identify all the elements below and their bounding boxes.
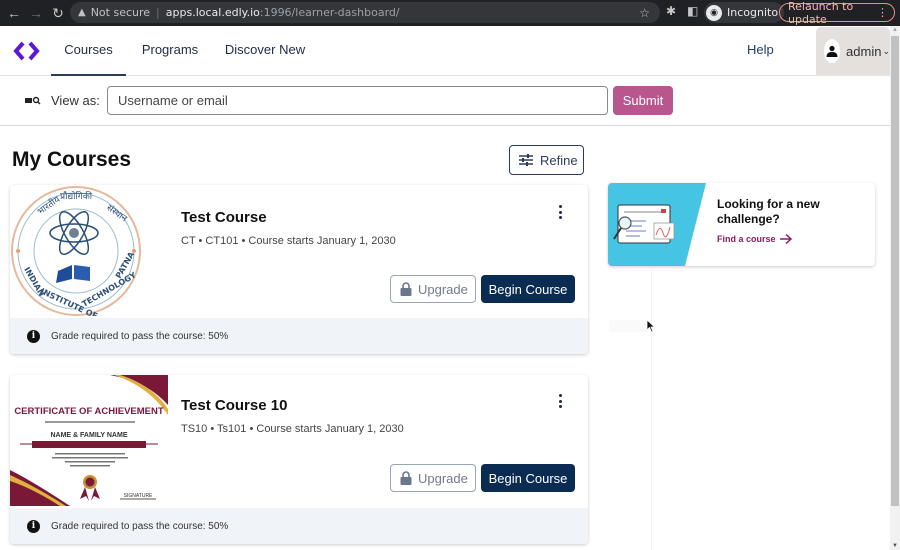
iit-patna-logo: भारतीय प्रौद्योगिकी संस्थान INDIAN INSTI… <box>10 185 168 316</box>
certificate-name: NAME & FAMILY NAME <box>50 432 127 439</box>
upgrade-button[interactable]: Upgrade <box>390 275 476 303</box>
begin-course-button[interactable]: Begin Course <box>481 275 575 303</box>
svg-text:प्रौद्योगिकी: प्रौद्योगिकी <box>60 190 93 202</box>
nav-discover-new[interactable]: Discover New <box>220 26 310 76</box>
card-footer: i Grade required to pass the course: 50% <box>10 318 588 354</box>
scroll-up-icon[interactable]: ▲ <box>892 27 898 33</box>
certificate-image: CERTIFICATE OF ACHIEVEMENT NAME & FAMILY… <box>10 375 168 506</box>
course-card: CERTIFICATE OF ACHIEVEMENT NAME & FAMILY… <box>10 375 588 544</box>
certificate-heading: CERTIFICATE OF ACHIEVEMENT <box>14 406 164 417</box>
logo-icon[interactable] <box>12 39 42 63</box>
masquerade-icon <box>25 96 41 105</box>
scroll-down-icon[interactable]: ▼ <box>892 543 898 549</box>
card-footer: i Grade required to pass the course: 50% <box>10 508 588 544</box>
course-title[interactable]: Test Course 10 <box>181 397 287 414</box>
url-separator: | <box>156 6 160 19</box>
promo-illustration <box>608 183 706 266</box>
url-path: :1996/learner-dashboard/ <box>259 6 400 19</box>
forward-icon[interactable]: → <box>25 2 47 24</box>
course-meta: CT • CT101 • Course starts January 1, 20… <box>181 235 396 247</box>
grade-requirement: Grade required to pass the course: 50% <box>51 520 229 532</box>
back-icon[interactable]: ← <box>3 2 25 24</box>
incognito-icon: ◉ <box>706 4 722 21</box>
page-scrollbar[interactable]: ▲ ▼ <box>890 26 900 550</box>
column-divider <box>651 268 652 550</box>
upgrade-button[interactable]: Upgrade <box>390 464 476 492</box>
bookmark-star-icon[interactable]: ☆ <box>639 6 650 20</box>
incognito-badge[interactable]: ◉ Incognito <box>704 2 785 23</box>
user-menu-button[interactable]: admin ⌄ <box>816 27 890 75</box>
nav-programs[interactable]: Programs <box>137 26 203 76</box>
course-meta: TS10 • Ts101 • Course starts January 1, … <box>181 423 404 435</box>
more-vert-icon: ⋮ <box>877 6 888 19</box>
url-host: apps.local.edly.io <box>165 6 260 19</box>
more-options-icon[interactable] <box>554 394 566 408</box>
reload-icon[interactable]: ↻ <box>47 2 69 24</box>
avatar <box>824 39 841 63</box>
find-course-label: Find a course <box>717 234 776 244</box>
find-course-link[interactable]: Find a course <box>717 234 792 244</box>
submit-button[interactable]: Submit <box>613 86 673 115</box>
course-card: भारतीय प्रौद्योगिकी संस्थान INDIAN INSTI… <box>10 185 588 354</box>
security-status: Not secure <box>90 6 151 19</box>
info-icon: i <box>27 519 40 533</box>
more-options-icon[interactable] <box>554 205 566 219</box>
side-panel-icon[interactable]: ◧ <box>687 4 698 18</box>
grade-requirement: Grade required to pass the course: 50% <box>51 330 229 342</box>
refine-label: Refine <box>540 152 578 168</box>
course-image[interactable]: CERTIFICATE OF ACHIEVEMENT NAME & FAMILY… <box>10 375 168 506</box>
view-as-input[interactable] <box>107 86 608 115</box>
mouse-cursor-icon <box>646 319 656 333</box>
page-title: My Courses <box>12 148 132 171</box>
lock-icon <box>400 282 412 296</box>
hover-artifact <box>609 320 647 332</box>
find-course-promo: Looking for a new challenge? Find a cour… <box>608 183 875 266</box>
masquerade-bar: View as: Submit <box>0 77 890 126</box>
filter-sliders-icon <box>519 154 533 166</box>
nav-courses[interactable]: Courses <box>51 26 126 76</box>
course-title[interactable]: Test Course <box>181 209 267 226</box>
begin-course-button[interactable]: Begin Course <box>481 464 575 492</box>
scroll-thumb[interactable] <box>891 36 899 506</box>
browser-toolbar: ← → ↻ ▲ Not secure | apps.local.edly.io:… <box>0 0 900 26</box>
upgrade-label: Upgrade <box>418 470 468 486</box>
promo-title: Looking for a new challenge? <box>717 197 820 226</box>
help-link[interactable]: Help <box>747 26 774 76</box>
certificate-signature: SIGNATURE <box>124 493 153 499</box>
lock-icon <box>400 471 412 485</box>
username: admin <box>846 43 882 59</box>
arrow-right-icon <box>779 234 792 244</box>
chevron-down-icon: ⌄ <box>882 45 890 56</box>
refine-button[interactable]: Refine <box>509 145 584 175</box>
info-icon: i <box>27 329 40 343</box>
warning-icon: ▲ <box>78 7 86 18</box>
person-icon <box>826 45 838 57</box>
extensions-icon[interactable]: ✱ <box>666 4 676 18</box>
view-as-label: View as: <box>51 93 100 108</box>
upgrade-label: Upgrade <box>418 281 468 297</box>
site-header: Courses Programs Discover New Help admin… <box>0 26 890 76</box>
course-image[interactable]: भारतीय प्रौद्योगिकी संस्थान INDIAN INSTI… <box>10 185 168 316</box>
incognito-label: Incognito <box>727 6 779 19</box>
relaunch-button[interactable]: Relaunch to update ⋮ <box>779 0 895 26</box>
address-bar[interactable]: ▲ Not secure | apps.local.edly.io:1996/l… <box>70 2 660 23</box>
